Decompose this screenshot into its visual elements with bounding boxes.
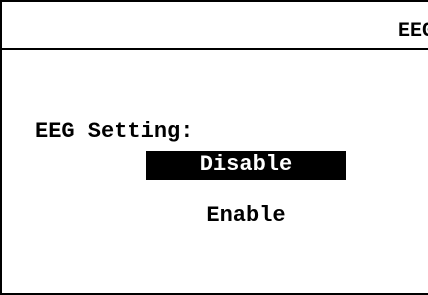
- eeg-setting-label: EEG Setting:: [35, 119, 194, 144]
- title-divider: [2, 48, 428, 50]
- option-disable[interactable]: Disable: [146, 151, 346, 180]
- option-enable[interactable]: Enable: [146, 202, 346, 231]
- screen-title: EEG: [397, 20, 428, 43]
- device-screen: EEG EEG Setting: Disable Enable: [0, 0, 428, 295]
